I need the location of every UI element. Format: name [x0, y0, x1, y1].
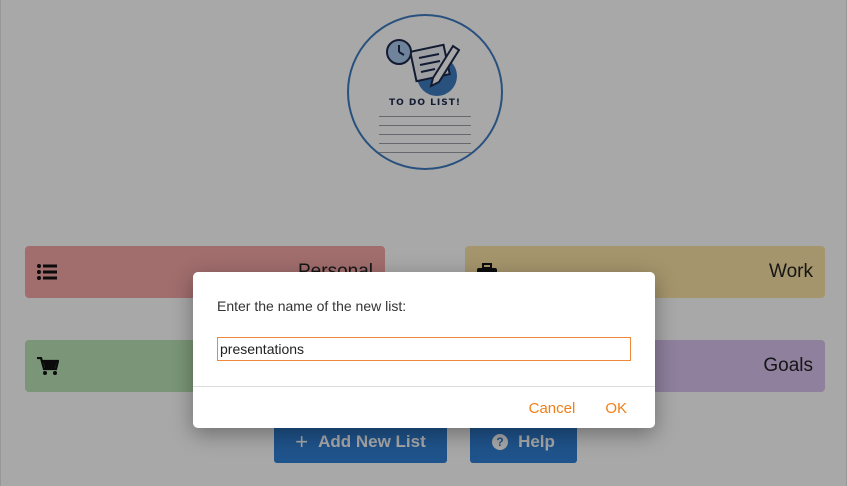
new-list-dialog: Enter the name of the new list: Cancel O… — [193, 272, 655, 428]
dialog-divider — [193, 386, 655, 387]
dialog-actions: Cancel OK — [529, 400, 627, 417]
list-name-input[interactable] — [217, 337, 631, 361]
ok-button[interactable]: OK — [605, 400, 627, 417]
cancel-button[interactable]: Cancel — [529, 400, 576, 417]
dialog-message: Enter the name of the new list: — [217, 298, 407, 314]
